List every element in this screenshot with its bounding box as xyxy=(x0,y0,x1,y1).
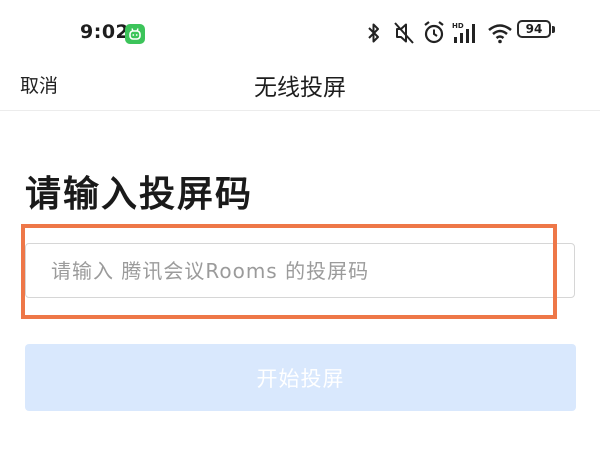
start-casting-button[interactable]: 开始投屏 xyxy=(25,344,576,411)
network-type-label: HD xyxy=(452,22,464,30)
app-notification-icon xyxy=(125,24,145,44)
page-title: 无线投屏 xyxy=(254,75,346,101)
battery-icon: 94 xyxy=(517,20,559,46)
nav-bar: 取消 无线投屏 xyxy=(0,56,600,111)
battery-tip xyxy=(552,26,555,33)
section-heading: 请输入投屏码 xyxy=(25,174,254,215)
mute-icon xyxy=(392,20,416,46)
bluetooth-icon xyxy=(366,20,382,46)
status-time: 9:02 xyxy=(80,21,130,43)
alarm-icon xyxy=(422,20,446,46)
status-icons: HD 94 xyxy=(360,20,560,46)
wifi-icon xyxy=(486,20,514,46)
battery-level: 94 xyxy=(517,20,551,38)
signal-icon: HD xyxy=(452,20,480,46)
status-bar: 9:02 HD 94 xyxy=(0,0,600,64)
highlight-annotation-box xyxy=(21,224,557,319)
